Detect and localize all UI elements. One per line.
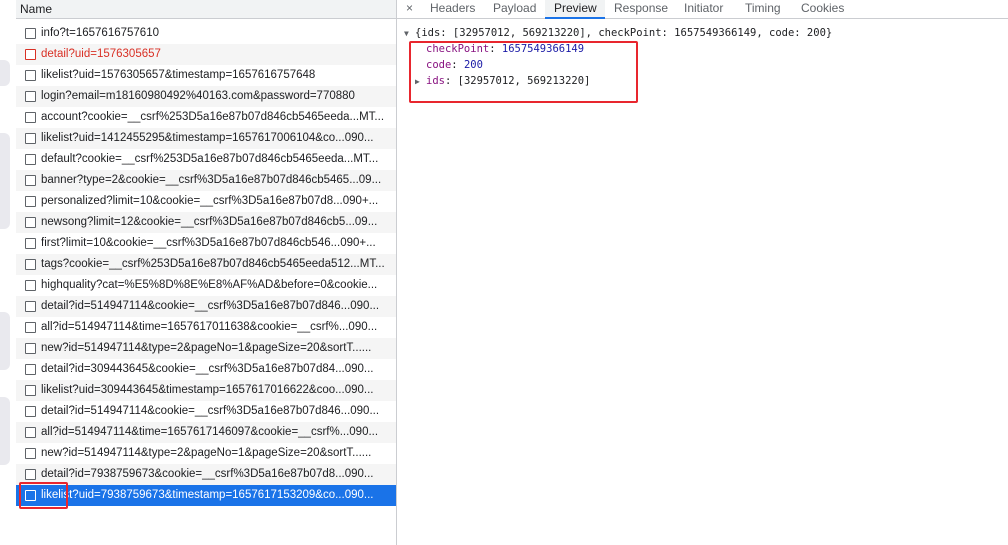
request-row[interactable]: detail?uid=1576305657 xyxy=(16,44,396,65)
request-row[interactable]: new?id=514947114&type=2&pageNo=1&pageSiz… xyxy=(16,443,396,464)
request-name: login?email=m18160980492%40163.com&passw… xyxy=(41,90,355,102)
request-name: default?cookie=__csrf%253D5a16e87b07d846… xyxy=(41,153,379,165)
request-row[interactable]: likelist?uid=1412455295&timestamp=165761… xyxy=(16,128,396,149)
left-edge-strip xyxy=(0,0,16,545)
request-name: detail?uid=1576305657 xyxy=(41,48,161,60)
request-checkbox-icon[interactable] xyxy=(25,91,36,102)
request-name: first?limit=10&cookie=__csrf%3D5a16e87b0… xyxy=(41,237,376,249)
request-checkbox-icon[interactable] xyxy=(25,385,36,396)
request-row[interactable]: new?id=514947114&type=2&pageNo=1&pageSiz… xyxy=(16,338,396,359)
request-name: likelist?uid=7938759673&timestamp=165761… xyxy=(41,489,374,501)
json-summary: {ids: [32957012, 569213220], checkPoint:… xyxy=(415,27,833,39)
detail-tab-bar: × Headers Payload Preview Response Initi… xyxy=(397,0,1008,19)
request-checkbox-icon[interactable] xyxy=(25,49,36,60)
request-row[interactable]: likelist?uid=1576305657&timestamp=165761… xyxy=(16,65,396,86)
tab-initiator[interactable]: Initiator xyxy=(684,0,723,18)
request-name: newsong?limit=12&cookie=__csrf%3D5a16e87… xyxy=(41,216,378,228)
request-name: highquality?cat=%E5%8D%8E%E8%AF%AD&befor… xyxy=(41,279,378,291)
request-row[interactable]: first?limit=10&cookie=__csrf%3D5a16e87b0… xyxy=(16,233,396,254)
request-checkbox-icon[interactable] xyxy=(25,280,36,291)
request-checkbox-icon[interactable] xyxy=(25,28,36,39)
request-row[interactable]: personalized?limit=10&cookie=__csrf%3D5a… xyxy=(16,191,396,212)
request-name: new?id=514947114&type=2&pageNo=1&pageSiz… xyxy=(41,447,372,459)
request-row[interactable]: likelist?uid=309443645&timestamp=1657617… xyxy=(16,380,396,401)
request-name: personalized?limit=10&cookie=__csrf%3D5a… xyxy=(41,195,379,207)
request-row[interactable]: login?email=m18160980492%40163.com&passw… xyxy=(16,86,396,107)
request-list: info?t=1657616757610 detail?uid=157630565… xyxy=(16,23,396,506)
request-checkbox-icon[interactable] xyxy=(25,364,36,375)
request-checkbox-icon[interactable] xyxy=(25,133,36,144)
request-checkbox-icon[interactable] xyxy=(25,175,36,186)
annotation-highlight-selected-row xyxy=(19,482,68,509)
request-list-pane: Name info?t=1657616757610 detail?uid=1576… xyxy=(16,0,397,545)
json-root-line[interactable]: ▼ {ids: [32957012, 569213220], checkPoint… xyxy=(404,25,832,41)
request-checkbox-icon[interactable] xyxy=(25,217,36,228)
request-name: likelist?uid=1576305657&timestamp=165761… xyxy=(41,69,316,81)
request-checkbox-icon[interactable] xyxy=(25,427,36,438)
request-checkbox-icon[interactable] xyxy=(25,322,36,333)
request-checkbox-icon[interactable] xyxy=(25,259,36,270)
request-name: detail?id=514947114&cookie=__csrf%3D5a16… xyxy=(41,405,380,417)
request-checkbox-icon[interactable] xyxy=(25,238,36,249)
request-name: detail?id=514947114&cookie=__csrf%3D5a16… xyxy=(41,300,380,312)
request-name: detail?id=7938759673&cookie=__csrf%3D5a1… xyxy=(41,468,374,480)
request-name: all?id=514947114&time=1657617011638&cook… xyxy=(41,321,378,333)
request-row[interactable]: default?cookie=__csrf%253D5a16e87b07d846… xyxy=(16,149,396,170)
request-checkbox-icon[interactable] xyxy=(25,448,36,459)
tab-cookies[interactable]: Cookies xyxy=(801,0,844,18)
request-row[interactable]: all?id=514947114&time=1657617146097&cook… xyxy=(16,422,396,443)
request-detail-pane: × Headers Payload Preview Response Initi… xyxy=(397,0,1008,545)
tab-headers[interactable]: Headers xyxy=(430,0,475,18)
request-row[interactable]: all?id=514947114&time=1657617011638&cook… xyxy=(16,317,396,338)
request-name: tags?cookie=__csrf%253D5a16e87b07d846cb5… xyxy=(41,258,385,270)
expanded-triangle-icon[interactable]: ▼ xyxy=(404,26,415,42)
name-column-header[interactable]: Name xyxy=(16,0,396,19)
request-checkbox-icon[interactable] xyxy=(25,154,36,165)
request-checkbox-icon[interactable] xyxy=(25,406,36,417)
request-name: info?t=1657616757610 xyxy=(41,27,159,39)
close-icon[interactable]: × xyxy=(406,0,413,16)
request-row[interactable]: detail?id=514947114&cookie=__csrf%3D5a16… xyxy=(16,401,396,422)
request-name: likelist?uid=309443645&timestamp=1657617… xyxy=(41,384,374,396)
request-checkbox-icon[interactable] xyxy=(25,70,36,81)
request-checkbox-icon[interactable] xyxy=(25,301,36,312)
request-checkbox-icon[interactable] xyxy=(25,196,36,207)
strip-marker xyxy=(0,133,10,229)
request-name: detail?id=309443645&cookie=__csrf%3D5a16… xyxy=(41,363,374,375)
request-name: likelist?uid=1412455295&timestamp=165761… xyxy=(41,132,374,144)
strip-marker xyxy=(0,397,10,465)
tab-timing[interactable]: Timing xyxy=(745,0,781,18)
annotation-highlight-json xyxy=(409,41,638,103)
request-row[interactable]: banner?type=2&cookie=__csrf%3D5a16e87b07… xyxy=(16,170,396,191)
request-row[interactable]: tags?cookie=__csrf%253D5a16e87b07d846cb5… xyxy=(16,254,396,275)
tab-preview[interactable]: Preview xyxy=(545,0,605,19)
request-checkbox-icon[interactable] xyxy=(25,469,36,480)
request-row[interactable]: highquality?cat=%E5%8D%8E%E8%AF%AD&befor… xyxy=(16,275,396,296)
request-row[interactable]: newsong?limit=12&cookie=__csrf%3D5a16e87… xyxy=(16,212,396,233)
request-row[interactable]: detail?id=7938759673&cookie=__csrf%3D5a1… xyxy=(16,464,396,485)
request-checkbox-icon[interactable] xyxy=(25,343,36,354)
request-row[interactable]: detail?id=309443645&cookie=__csrf%3D5a16… xyxy=(16,359,396,380)
strip-marker xyxy=(0,312,10,370)
request-row[interactable]: detail?id=514947114&cookie=__csrf%3D5a16… xyxy=(16,296,396,317)
request-row[interactable]: info?t=1657616757610 xyxy=(16,23,396,44)
strip-marker xyxy=(0,60,10,86)
request-checkbox-icon[interactable] xyxy=(25,112,36,123)
tab-payload[interactable]: Payload xyxy=(493,0,536,18)
request-name: new?id=514947114&type=2&pageNo=1&pageSiz… xyxy=(41,342,372,354)
request-row[interactable]: account?cookie=__csrf%253D5a16e87b07d846… xyxy=(16,107,396,128)
tab-response[interactable]: Response xyxy=(614,0,668,18)
request-name: all?id=514947114&time=1657617146097&cook… xyxy=(41,426,379,438)
request-row[interactable]: likelist?uid=7938759673&timestamp=165761… xyxy=(16,485,396,506)
request-name: account?cookie=__csrf%253D5a16e87b07d846… xyxy=(41,111,385,123)
request-name: banner?type=2&cookie=__csrf%3D5a16e87b07… xyxy=(41,174,382,186)
